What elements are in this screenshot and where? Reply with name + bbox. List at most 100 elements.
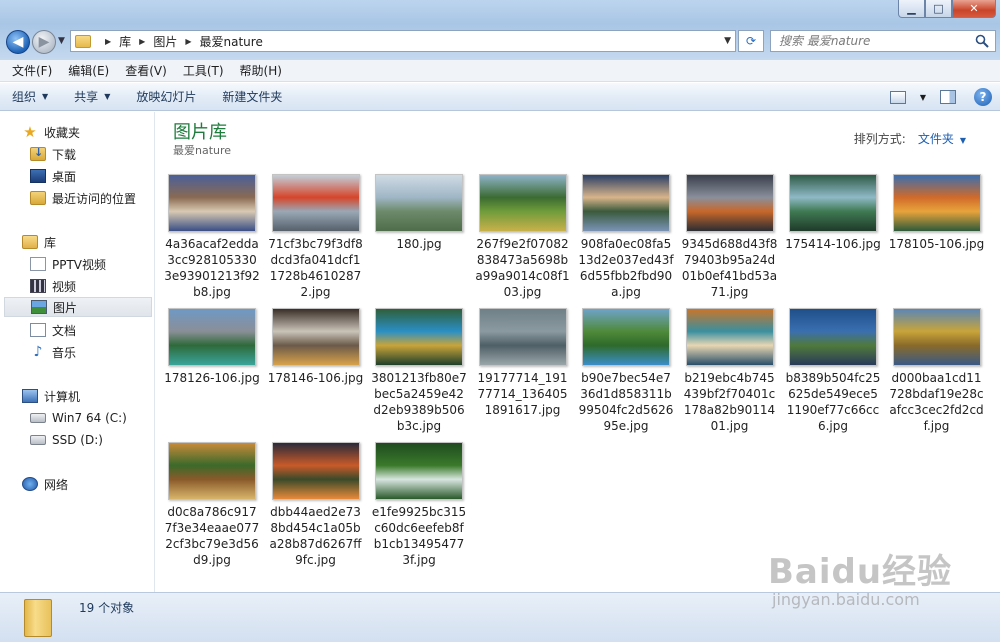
search-icon[interactable] (975, 34, 989, 48)
file-item[interactable]: dbb44aed2e738bd454c1a05ba28b87d6267ff9fc… (266, 442, 366, 568)
organize-button[interactable]: 组织 ▼ (12, 88, 48, 105)
share-button[interactable]: 共享 ▼ (74, 88, 110, 105)
menu-edit[interactable]: 编辑(E) (62, 62, 115, 79)
image-thumbnail[interactable] (168, 174, 256, 232)
video-library-icon (30, 279, 46, 293)
image-thumbnail[interactable] (168, 442, 256, 500)
slideshow-button[interactable]: 放映幻灯片 (136, 88, 196, 105)
image-thumbnail[interactable] (375, 442, 463, 500)
file-item[interactable]: 178126-106.jpg (162, 308, 262, 386)
sidebar-item-music[interactable]: ♪ 音乐 (30, 342, 76, 362)
file-item[interactable]: 19177714_19177714_1364051891617.jpg (473, 308, 573, 418)
sidebar-item-recent-places[interactable]: 最近访问的位置 (30, 188, 136, 208)
image-thumbnail[interactable] (582, 308, 670, 366)
share-label: 共享 (74, 90, 99, 104)
documents-library-icon (30, 323, 46, 337)
file-name: 175414-106.jpg (785, 237, 881, 251)
file-item[interactable]: b219ebc4b745439bf2f70401c178a82b9011401.… (680, 308, 780, 434)
file-item[interactable]: 71cf3bc79f3df8dcd3fa041dcf11728b46102872… (266, 174, 366, 300)
file-item[interactable]: b8389b504fc25625de549ece51190ef77c66cc6.… (783, 308, 883, 434)
sidebar-item-desktop[interactable]: 桌面 (30, 166, 76, 186)
refresh-icon: ⟳ (745, 34, 757, 48)
search-box[interactable] (770, 30, 996, 52)
sidebar-item-drive-d[interactable]: SSD (D:) (30, 430, 103, 450)
recent-pages-dropdown[interactable]: ▼ (58, 36, 65, 46)
back-button[interactable]: ◀ (6, 30, 30, 54)
close-button[interactable]: ✕ (952, 0, 996, 18)
image-thumbnail[interactable] (685, 174, 774, 232)
maximize-button[interactable]: □ (925, 0, 952, 18)
image-thumbnail[interactable] (789, 174, 877, 232)
file-item[interactable]: 175414-106.jpg (783, 174, 883, 252)
breadcrumb-current-folder[interactable]: 最爱nature (200, 33, 263, 50)
breadcrumb-pictures[interactable]: 图片 (153, 33, 177, 50)
folder-icon (75, 34, 91, 48)
view-options-dropdown[interactable]: ▼ (920, 93, 926, 102)
sidebar-network[interactable]: 网络 (22, 474, 68, 494)
refresh-button[interactable]: ⟳ (738, 30, 764, 52)
image-thumbnail[interactable] (685, 308, 774, 366)
file-name: 178126-106.jpg (164, 371, 260, 385)
file-item[interactable]: 4a36acaf2edda3cc9281053303e93901213f92b8… (162, 174, 262, 300)
file-item[interactable]: 3801213fb80e7bec5a2459e42d2eb9389b506b3c… (369, 308, 469, 434)
menu-tools[interactable]: 工具(T) (177, 62, 230, 79)
address-bar[interactable]: ▶ 库 ▶ 图片 ▶ 最爱nature ▼ (70, 30, 736, 52)
navigation-pane: ★ 收藏夹 下载 桌面 最近访问的位置 库 PPTV视频 视频 图片 文档 ♪ … (0, 112, 155, 592)
sidebar-item-label: 最近访问的位置 (52, 191, 137, 206)
file-name: 267f9e2f07082838473a5698ba99a9014c08f103… (475, 237, 570, 299)
image-thumbnail[interactable] (271, 308, 360, 366)
sidebar-libraries[interactable]: 库 (22, 232, 56, 252)
organize-label: 组织 (12, 90, 37, 104)
image-thumbnail[interactable] (168, 308, 256, 366)
sidebar-item-downloads[interactable]: 下载 (30, 144, 76, 164)
image-thumbnail[interactable] (478, 174, 567, 232)
file-item[interactable]: 908fa0ec08fa513d2e037ed43f6d55fbb2fbd90a… (576, 174, 676, 300)
file-item[interactable]: 9345d688d43f879403b95a24d01b0ef41bd53a71… (680, 174, 780, 300)
image-thumbnail[interactable] (789, 308, 877, 366)
file-item[interactable]: 178105-106.jpg (887, 174, 987, 252)
new-folder-button[interactable]: 新建文件夹 (222, 88, 282, 105)
file-name: b90e7bec54e736d1d858311b99504fc2d562695e… (578, 371, 674, 433)
chevron-right-icon[interactable]: ▶ (105, 37, 111, 46)
preview-pane-icon[interactable] (940, 90, 956, 104)
menu-file[interactable]: 文件(F) (6, 62, 58, 79)
chevron-right-icon[interactable]: ▶ (139, 37, 145, 46)
computer-icon (22, 389, 38, 403)
file-item[interactable]: 178146-106.jpg (266, 308, 366, 386)
image-thumbnail[interactable] (478, 308, 567, 366)
file-item[interactable]: b90e7bec54e736d1d858311b99504fc2d562695e… (576, 308, 676, 434)
image-thumbnail[interactable] (271, 174, 360, 232)
sidebar-item-documents[interactable]: 文档 (30, 320, 76, 340)
chevron-right-icon[interactable]: ▶ (185, 37, 191, 46)
menu-bar: 文件(F) 编辑(E) 查看(V) 工具(T) 帮助(H) (0, 60, 1000, 82)
forward-button[interactable]: ▶ (32, 30, 56, 54)
arrange-by-dropdown[interactable]: 文件夹 ▼ (918, 130, 966, 147)
image-thumbnail[interactable] (582, 174, 670, 232)
sidebar-item-pptv-videos[interactable]: PPTV视频 (30, 254, 106, 274)
image-thumbnail[interactable] (892, 174, 981, 232)
sidebar-computer[interactable]: 计算机 (22, 386, 80, 406)
file-item[interactable]: e1fe9925bc315c60dc6eefeb8fb1cb134954773f… (369, 442, 469, 568)
file-item[interactable]: 180.jpg (369, 174, 469, 252)
image-thumbnail[interactable] (892, 308, 981, 366)
menu-help[interactable]: 帮助(H) (234, 62, 288, 79)
file-item[interactable]: d0c8a786c9177f3e34eaae0772cf3bc79e3d56d9… (162, 442, 262, 568)
menu-view[interactable]: 查看(V) (119, 62, 173, 79)
sidebar-item-videos[interactable]: 视频 (30, 276, 76, 296)
sidebar-item-pictures[interactable]: 图片 (4, 297, 152, 317)
change-view-icon[interactable] (889, 90, 906, 104)
sidebar-item-drive-c[interactable]: Win7 64 (C:) (30, 408, 127, 428)
breadcrumb-library[interactable]: 库 (119, 33, 131, 50)
file-list-pane: 图片库 最爱nature 排列方式: 文件夹 ▼ 4a36acaf2edda3cc… (156, 112, 1000, 592)
image-thumbnail[interactable] (375, 308, 463, 366)
recent-places-icon (30, 191, 46, 205)
minimize-button[interactable]: ▁ (898, 0, 925, 18)
file-item[interactable]: d000baa1cd11728bdaf19e28cafcc3cec2fd2cdf… (887, 308, 987, 434)
image-thumbnail[interactable] (375, 174, 463, 232)
image-thumbnail[interactable] (271, 442, 360, 500)
sidebar-favorites[interactable]: ★ 收藏夹 (22, 122, 80, 142)
address-history-dropdown[interactable]: ▼ (724, 36, 731, 46)
file-item[interactable]: 267f9e2f07082838473a5698ba99a9014c08f103… (473, 174, 573, 300)
search-input[interactable] (779, 34, 969, 48)
help-icon[interactable]: ? (974, 88, 992, 106)
